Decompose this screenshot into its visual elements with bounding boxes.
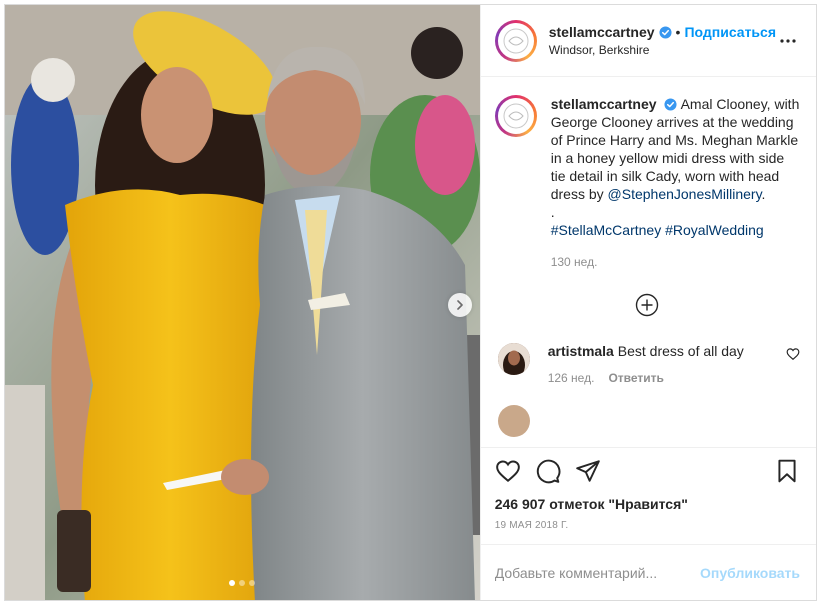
username-link[interactable]: stellamccartney — [549, 24, 655, 40]
hashtag-link[interactable]: #RoyalWedding — [665, 222, 764, 238]
comment-input[interactable] — [494, 564, 701, 581]
caption: stellamccartney Amal Clooney, with Georg… — [494, 95, 800, 271]
post-dialog: stellamccartney • Подписаться Windsor, B… — [4, 4, 817, 601]
caption-dot-line: . — [550, 204, 555, 220]
heart-icon[interactable] — [495, 458, 521, 484]
reply-button[interactable]: Ответить — [608, 371, 663, 385]
avatar[interactable] — [497, 343, 530, 375]
carousel-dot — [249, 580, 256, 586]
caption-author[interactable]: stellamccartney — [551, 96, 657, 112]
photo-image — [5, 5, 480, 600]
heart-icon[interactable] — [786, 347, 800, 361]
more-options-icon — [780, 38, 796, 43]
next-photo-button[interactable] — [448, 293, 472, 317]
post-side-panel: stellamccartney • Подписаться Windsor, B… — [479, 5, 816, 600]
carousel-dot — [229, 580, 236, 586]
comment-item: artistmala Best dress of all day 126 нед… — [495, 343, 800, 385]
hashtag-link[interactable]: #StellaMcCartney — [551, 222, 662, 238]
verified-icon — [659, 25, 672, 39]
comment-author[interactable]: artistmala — [548, 343, 614, 359]
avatar[interactable] — [497, 405, 530, 437]
caption-time: 130 нед. — [550, 255, 598, 269]
comment-icon[interactable] — [535, 458, 561, 484]
mention-link[interactable]: @StephenJonesMillinery — [608, 186, 762, 202]
comments-list[interactable]: stellamccartney Amal Clooney, with Georg… — [481, 77, 816, 447]
caption-avatar[interactable] — [494, 95, 537, 137]
likes-count[interactable]: 246 907 отметок "Нравится" — [495, 496, 800, 512]
location-link[interactable]: Windsor, Berkshire — [549, 43, 776, 57]
brand-logo-icon — [503, 28, 529, 53]
post-actions: 246 907 отметок "Нравится" 19 МАЯ 2018 Г… — [480, 447, 816, 544]
verified-icon — [664, 98, 677, 111]
avatar-image — [497, 22, 534, 59]
caption-text: stellamccartney Amal Clooney, with Georg… — [551, 95, 800, 239]
carousel-dot — [239, 580, 246, 586]
bookmark-icon[interactable] — [774, 458, 800, 484]
share-icon[interactable] — [575, 458, 601, 484]
avatar-image — [497, 98, 534, 134]
brand-logo-icon — [503, 103, 529, 129]
comment-text: Best dress of all day — [617, 343, 744, 359]
chevron-right-icon — [457, 300, 463, 310]
comment-item-partial — [495, 405, 800, 437]
follow-button[interactable]: Подписаться — [684, 24, 776, 40]
post-photo[interactable] — [5, 5, 480, 600]
add-icon[interactable] — [635, 293, 659, 317]
publish-button[interactable]: Опубликовать — [700, 565, 800, 581]
comment-time: 126 нед. — [547, 371, 595, 385]
add-comment-form: Опубликовать — [480, 544, 816, 600]
follow-separator: • — [675, 24, 681, 40]
more-options-button[interactable] — [776, 29, 800, 53]
caption-period: . — [761, 186, 766, 202]
post-date: 19 МАЯ 2018 Г. — [494, 520, 569, 531]
carousel-indicator — [5, 580, 480, 586]
post-header: stellamccartney • Подписаться Windsor, B… — [480, 5, 816, 77]
profile-avatar[interactable] — [494, 19, 537, 62]
